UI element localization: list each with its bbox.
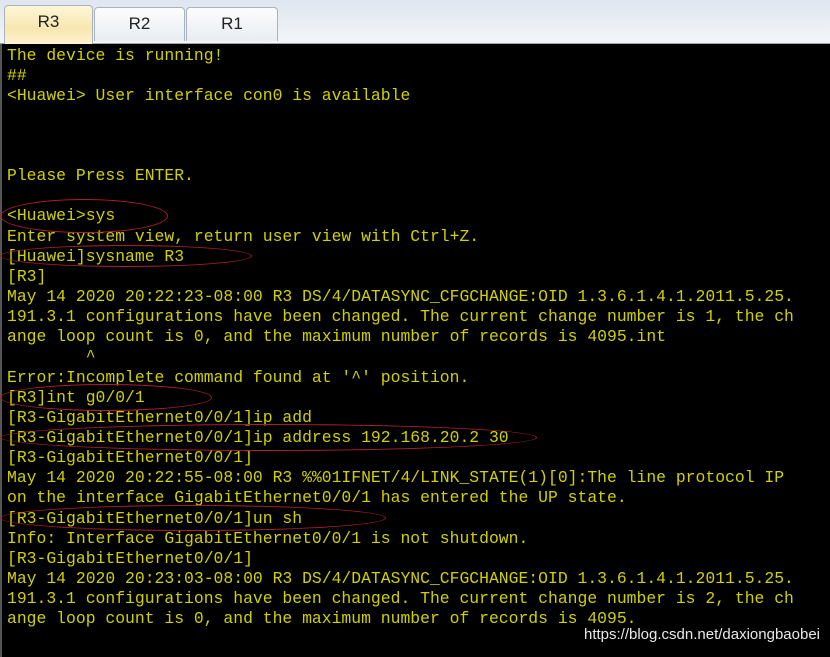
tab-r2[interactable]: R2 bbox=[94, 7, 185, 41]
terminal-line: <Huawei> User interface con0 is availabl… bbox=[7, 86, 411, 105]
terminal-line: The device is running! bbox=[7, 46, 224, 65]
terminal-console[interactable]: The device is running! ## <Huawei> User in… bbox=[0, 44, 830, 657]
highlight-ellipse-sysname bbox=[0, 245, 252, 267]
terminal-line: on the interface GigabitEthernet0/0/1 ha… bbox=[7, 488, 627, 507]
terminal-line: 191.3.1 configurations have been changed… bbox=[7, 589, 794, 608]
highlight-ellipse-ip-address bbox=[0, 424, 537, 451]
terminal-line: [R3-GigabitEthernet0/0/1] bbox=[7, 448, 253, 467]
terminal-line: Please Press ENTER. bbox=[7, 166, 194, 185]
terminal-line: ange loop count is 0, and the maximum nu… bbox=[7, 609, 637, 628]
terminal-line: ^ bbox=[7, 347, 96, 366]
tab-r1[interactable]: R1 bbox=[186, 7, 278, 41]
highlight-ellipse-sys bbox=[0, 199, 168, 233]
terminal-line: ange loop count is 0, and the maximum nu… bbox=[7, 327, 667, 346]
terminal-line: 191.3.1 configurations have been changed… bbox=[7, 307, 794, 326]
watermark: https://blog.csdn.net/daxiongbaobei bbox=[583, 626, 820, 643]
device-tab-bar: R3 R2 R1 bbox=[0, 0, 830, 44]
tab-r3[interactable]: R3 bbox=[4, 5, 93, 44]
terminal-line: Info: Interface GigabitEthernet0/0/1 is … bbox=[7, 529, 529, 548]
terminal-line: May 14 2020 20:22:55-08:00 R3 %%01IFNET/… bbox=[7, 468, 785, 487]
terminal-line: [R3-GigabitEthernet0/0/1] bbox=[7, 549, 253, 568]
terminal-line: ## bbox=[7, 66, 27, 85]
terminal-line: May 14 2020 20:22:23-08:00 R3 DS/4/DATAS… bbox=[7, 287, 794, 306]
highlight-ellipse-int bbox=[0, 384, 212, 411]
terminal-line: [R3] bbox=[7, 267, 47, 286]
terminal-line: May 14 2020 20:23:03-08:00 R3 DS/4/DATAS… bbox=[7, 569, 794, 588]
highlight-ellipse-undo-shutdown bbox=[0, 505, 386, 531]
